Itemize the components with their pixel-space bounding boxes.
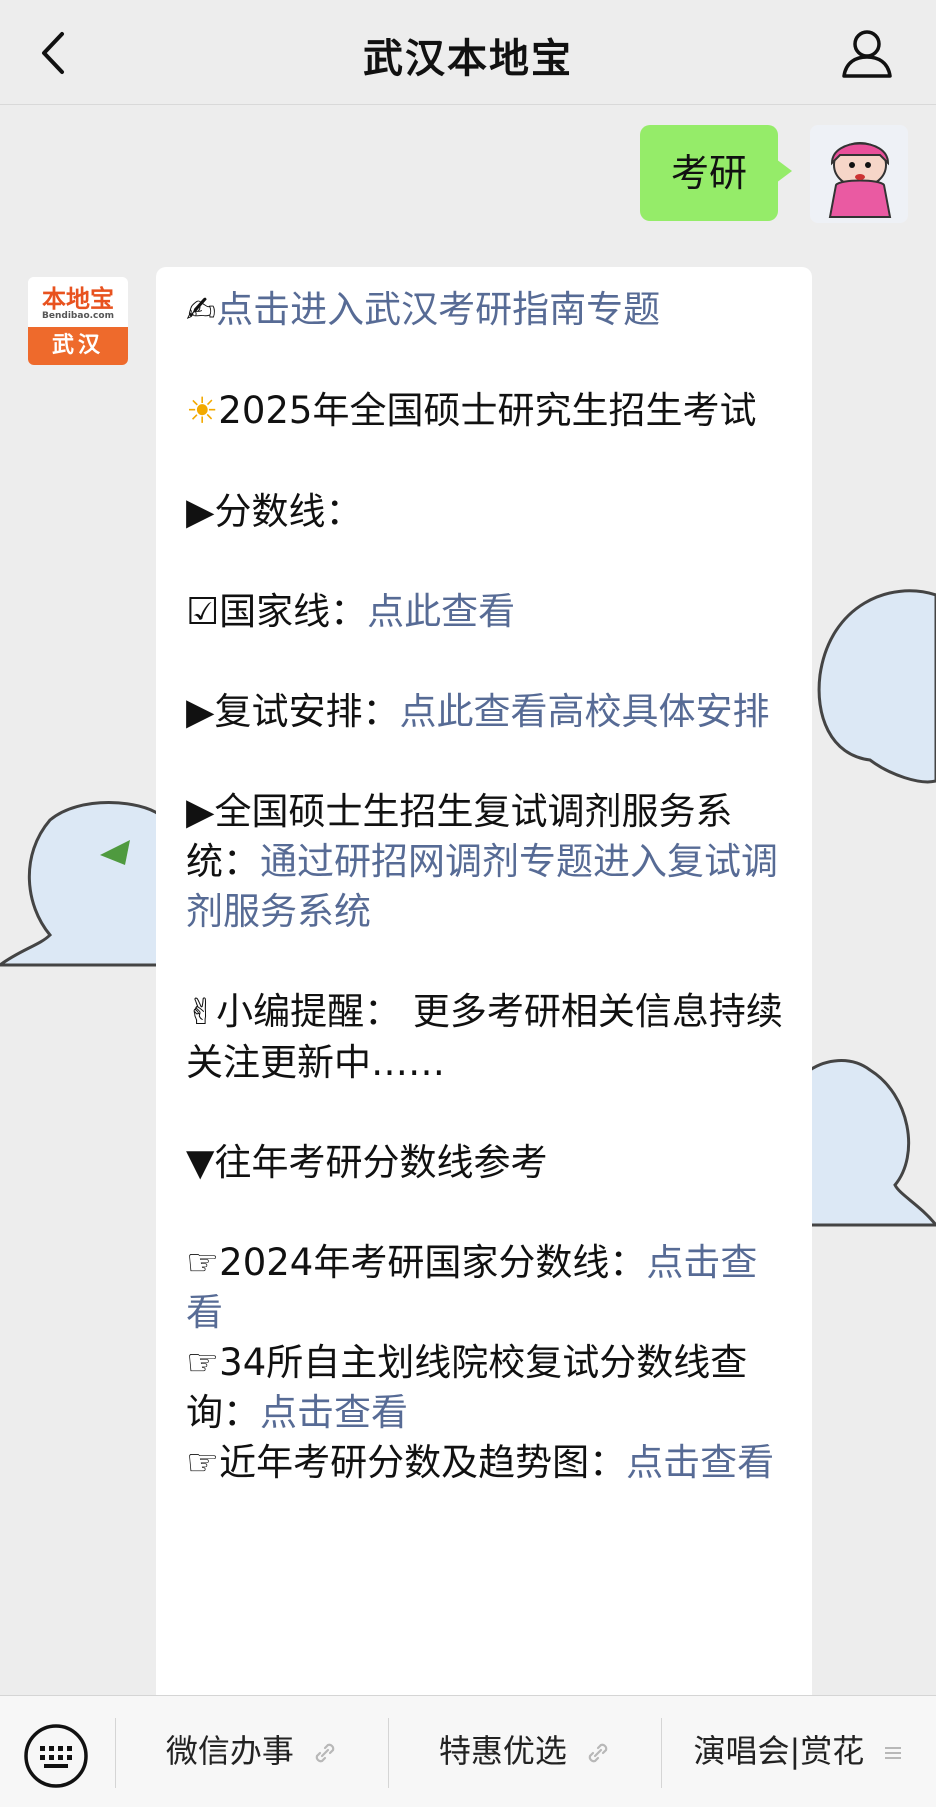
wallpaper-blob-icon <box>0 801 160 967</box>
logo-en-text: Bendibao.com <box>42 311 114 321</box>
past-years-heading: ▼往年考研分数线参考 <box>186 1141 548 1184</box>
menu-lines-icon <box>885 1747 902 1759</box>
profile-button[interactable] <box>840 26 894 80</box>
national-line-label: ☑国家线： <box>186 590 368 633</box>
victory-hand-icon: ✌ <box>186 992 217 1033</box>
sun-icon: ☀ <box>186 391 219 432</box>
link-icon <box>588 1743 608 1763</box>
menu-item-label: 演唱会|赏花 <box>693 1732 865 1770</box>
exam-title-text: 2025年全国硕士研究生招生考试 <box>218 389 757 432</box>
wallpaper-blob-icon <box>810 1059 936 1227</box>
guide-topic-link[interactable]: 点击进入武汉考研指南专题 <box>216 288 660 331</box>
bot-avatar[interactable]: 本地宝 Bendibao.com 武汉 <box>28 277 128 365</box>
top-navigation-bar: 武汉本地宝 <box>0 0 936 105</box>
editor-reminder-text: 小编提醒： 更多考研相关信息持续关注更新中…… <box>186 990 783 1084</box>
trend-chart-label: ☞近年考研分数及趋势图： <box>186 1441 627 1484</box>
keyboard-icon <box>24 1724 88 1788</box>
writing-hand-icon: ✍ <box>186 290 217 331</box>
page-title: 武汉本地宝 <box>363 36 573 82</box>
chat-area[interactable]: 考研 本地宝 Bendibao.com 武汉 ✍点击进入武汉考研指南专题 ☀20… <box>0 105 936 1695</box>
logo-city-text: 武汉 <box>28 327 128 365</box>
national-line-link[interactable]: 点此查看 <box>367 590 515 633</box>
bot-message-bubble: ✍点击进入武汉考研指南专题 ☀2025年全国硕士研究生招生考试 ▶分数线： ☑国… <box>156 267 812 1695</box>
bot-message-content: ✍点击进入武汉考研指南专题 ☀2025年全国硕士研究生招生考试 ▶分数线： ☑国… <box>186 285 786 1488</box>
link-icon <box>315 1743 335 1763</box>
self-line-schools-link[interactable]: 点击查看 <box>260 1391 408 1434</box>
person-icon <box>842 30 892 78</box>
menu-item-label: 特惠优选 <box>438 1732 567 1770</box>
user-avatar[interactable] <box>810 125 908 223</box>
menu-item-label: 微信办事 <box>165 1732 294 1770</box>
bendibao-logo: 本地宝 Bendibao.com <box>28 277 128 327</box>
keyboard-toggle-button[interactable] <box>22 1722 90 1790</box>
user-message-bubble[interactable]: 考研 <box>640 125 792 221</box>
cartoon-avatar-icon <box>810 125 908 223</box>
logo-cn-text: 本地宝 <box>42 284 114 313</box>
menu-item-concerts[interactable]: 演唱会|赏花 <box>662 1696 936 1807</box>
score-2024-label: ☞2024年考研国家分数线： <box>186 1241 647 1284</box>
trend-chart-link[interactable]: 点击查看 <box>626 1441 774 1484</box>
menu-item-special-offers[interactable]: 特惠优选 <box>389 1696 661 1807</box>
adjustment-system-link[interactable]: 通过研招网调剂专题进入复试调剂服务系统 <box>186 840 778 933</box>
retest-schedule-link[interactable]: 点此查看高校具体安排 <box>399 690 769 733</box>
wallpaper-blob-icon <box>817 589 936 784</box>
score-line-heading: ▶分数线： <box>186 490 363 533</box>
menu-item-wechat-service[interactable]: 微信办事 <box>116 1696 388 1807</box>
retest-label: ▶复试安排： <box>186 690 400 733</box>
bottom-menu-bar: 微信办事 特惠优选 演唱会|赏花 <box>0 1695 936 1807</box>
